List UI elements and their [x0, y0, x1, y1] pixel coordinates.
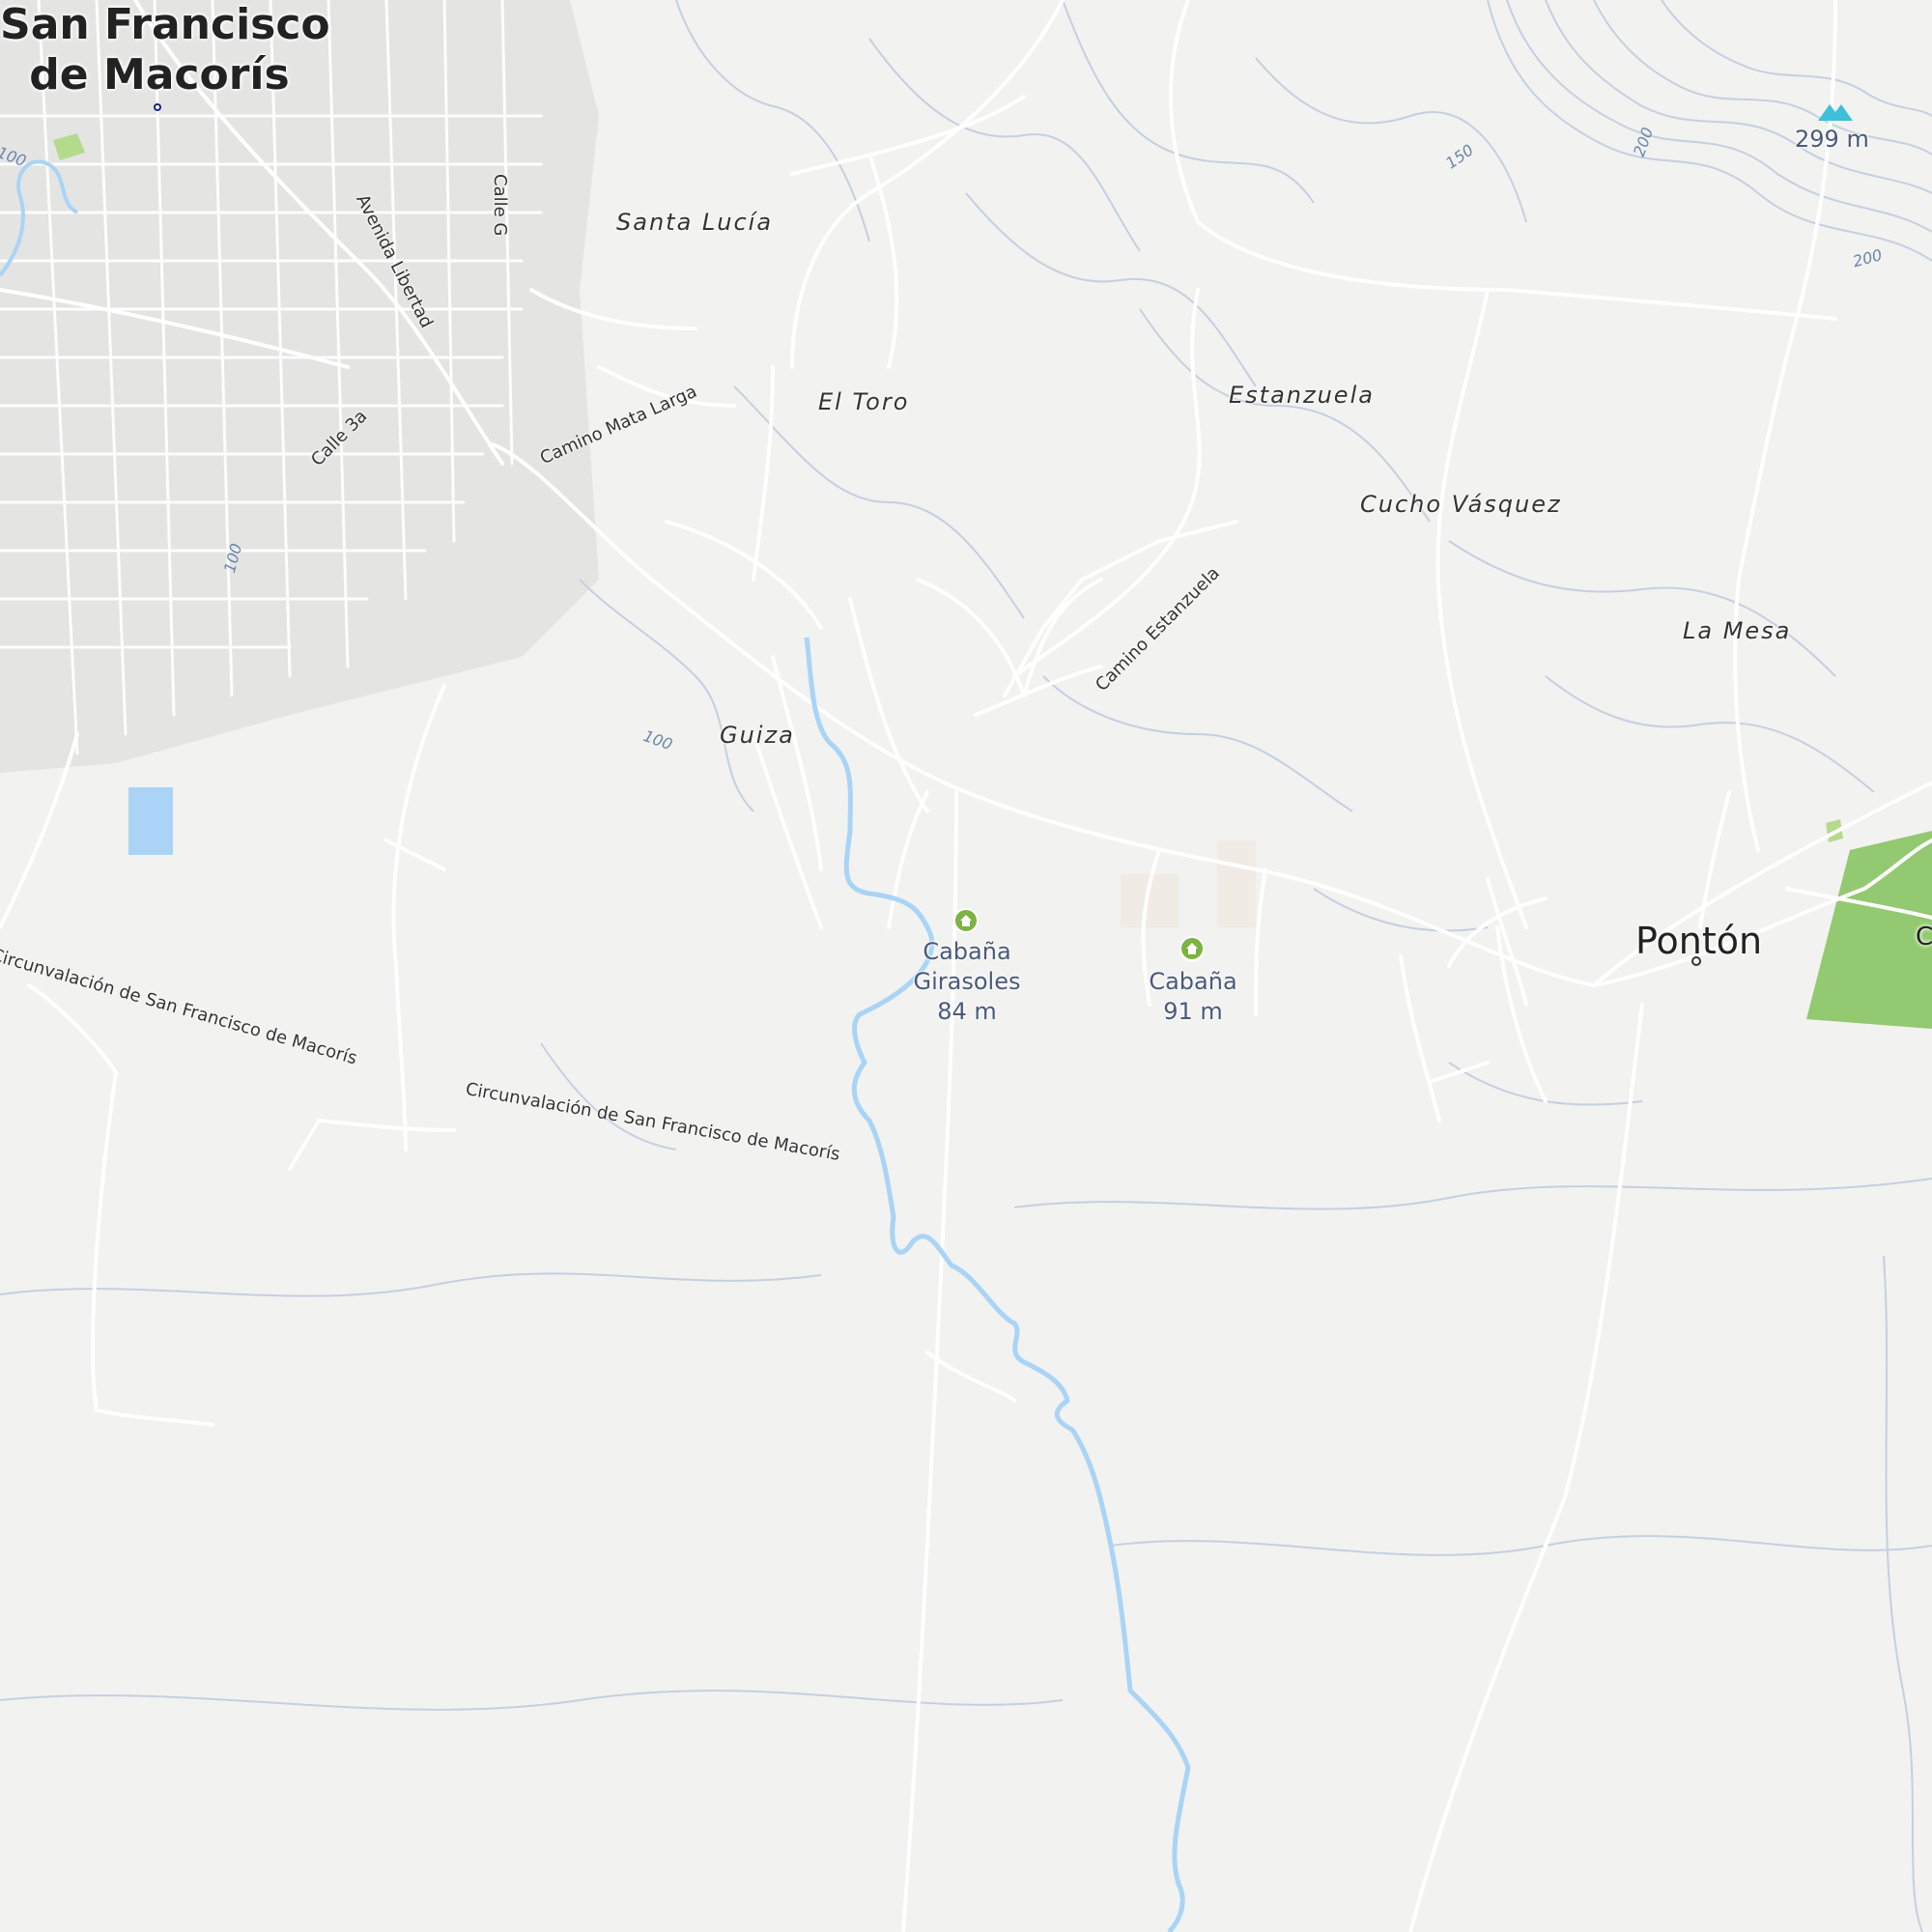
- poi-elevation: 91 m: [1163, 998, 1223, 1025]
- town-label-cut[interactable]: C: [1916, 923, 1932, 952]
- city-name-line1: San Francisco: [0, 0, 330, 49]
- peak-shape: [1818, 104, 1853, 121]
- poi-elevation: 84 m: [937, 998, 997, 1025]
- city-name-line2: de Macorís: [29, 50, 290, 99]
- built-area-2: [1217, 840, 1256, 927]
- city-label[interactable]: San Francisco de Macorís: [0, 0, 330, 100]
- poi-name-line2: Girasoles: [913, 968, 1021, 995]
- village-label-cucho-vasquez[interactable]: Cucho Vásquez: [1360, 491, 1562, 518]
- village-label-el-toro[interactable]: El Toro: [818, 388, 909, 415]
- lodging-icon[interactable]: [953, 908, 979, 933]
- park-area: [1806, 831, 1932, 1029]
- poi-name-line1: Cabaña: [923, 938, 1011, 965]
- lodging-icon[interactable]: [1179, 936, 1205, 961]
- town-marker: [1691, 956, 1701, 966]
- village-label-estanzuela[interactable]: Estanzuela: [1229, 382, 1375, 409]
- poi-name: Cabaña: [1149, 968, 1237, 995]
- village-label-guiza[interactable]: Guiza: [720, 722, 795, 749]
- poi-label-cabana-girasoles[interactable]: Cabaña Girasoles 84 m: [908, 937, 1026, 1027]
- poi-label-cabana[interactable]: Cabaña 91 m: [1134, 967, 1252, 1027]
- peak-elevation-label[interactable]: 299 m: [1795, 125, 1869, 155]
- water-pool: [128, 787, 173, 855]
- town-label-ponton[interactable]: Pontón: [1635, 920, 1762, 962]
- city-marker: [154, 103, 161, 111]
- village-label-santa-lucia[interactable]: Santa Lucía: [616, 209, 773, 236]
- village-label-la-mesa[interactable]: La Mesa: [1683, 617, 1791, 644]
- road-label-calle-g: Calle G: [490, 174, 510, 237]
- river: [804, 637, 1191, 1932]
